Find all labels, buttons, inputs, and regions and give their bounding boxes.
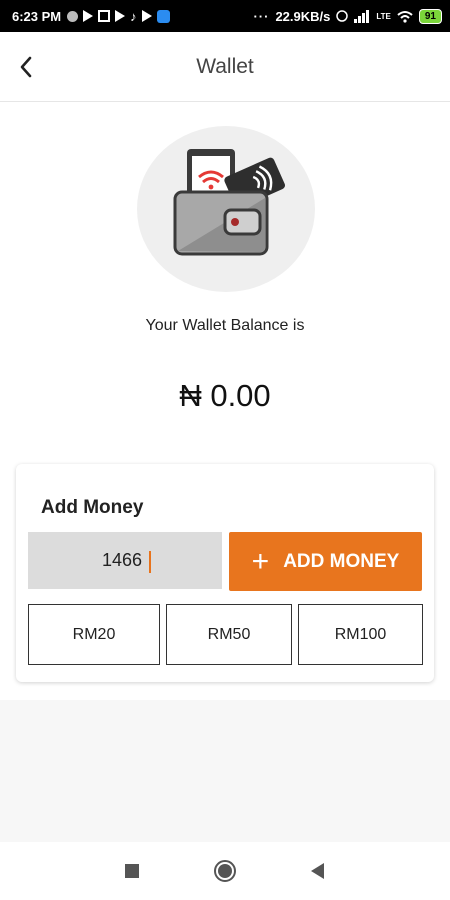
preset-amounts: RM20 RM50 RM100 <box>28 604 423 665</box>
system-back-button[interactable] <box>288 842 348 900</box>
alarm-icon <box>336 10 349 22</box>
wifi-icon <box>397 10 413 23</box>
notification-icons: ♪ <box>67 9 170 24</box>
navigation-bar <box>0 842 450 900</box>
system-indicators: ··· 22.9KB/s LTE 91 <box>253 8 442 24</box>
lte-indicator: LTE <box>376 11 391 21</box>
battery-indicator: 91 <box>418 8 442 24</box>
preset-rm50-button[interactable]: RM50 <box>166 604 292 665</box>
add-money-heading: Add Money <box>41 497 144 518</box>
amount-input[interactable] <box>28 532 222 589</box>
network-speed: 22.9KB/s <box>275 8 331 24</box>
balance-label: Your Wallet Balance is <box>145 317 305 334</box>
status-time: 6:23 PM <box>12 8 62 24</box>
add-money-card: Add Money + ADD MONEY RM20 RM50 RM100 <box>16 464 434 682</box>
page-title: Wallet <box>196 54 254 78</box>
add-money-button-label: ADD MONEY <box>283 550 400 572</box>
play-store-icon <box>115 10 126 22</box>
wallet-contactless-icon <box>173 149 285 256</box>
home-button[interactable] <box>195 842 255 900</box>
recent-apps-button[interactable] <box>102 842 162 900</box>
signal-icon <box>354 9 370 23</box>
preset-rm100-button[interactable]: RM100 <box>298 604 423 665</box>
play-store-icon <box>141 10 152 22</box>
notification-dot-icon <box>67 10 79 22</box>
app-notification-icon <box>98 10 111 22</box>
circle-icon <box>214 860 236 882</box>
chevron-left-icon <box>20 56 32 78</box>
wallet-illustration <box>137 126 315 292</box>
balance-value: ₦ 0.00 <box>179 378 271 413</box>
add-money-button[interactable]: + ADD MONEY <box>229 532 422 591</box>
text-cursor <box>149 551 151 573</box>
tiktok-icon: ♪ <box>130 8 137 24</box>
status-bar: 6:23 PM ♪ ··· 22.9KB/s LTE 91 <box>0 0 450 32</box>
app-bar: Wallet <box>0 32 450 102</box>
square-icon <box>125 864 139 878</box>
plus-icon: + <box>251 544 270 578</box>
app-notification-icon <box>156 9 170 23</box>
triangle-back-icon <box>311 863 324 879</box>
play-store-icon <box>83 10 94 22</box>
content-background <box>0 700 450 842</box>
preset-rm20-button[interactable]: RM20 <box>28 604 160 665</box>
back-button[interactable] <box>8 49 44 85</box>
more-notifications-icon: ··· <box>253 8 270 24</box>
